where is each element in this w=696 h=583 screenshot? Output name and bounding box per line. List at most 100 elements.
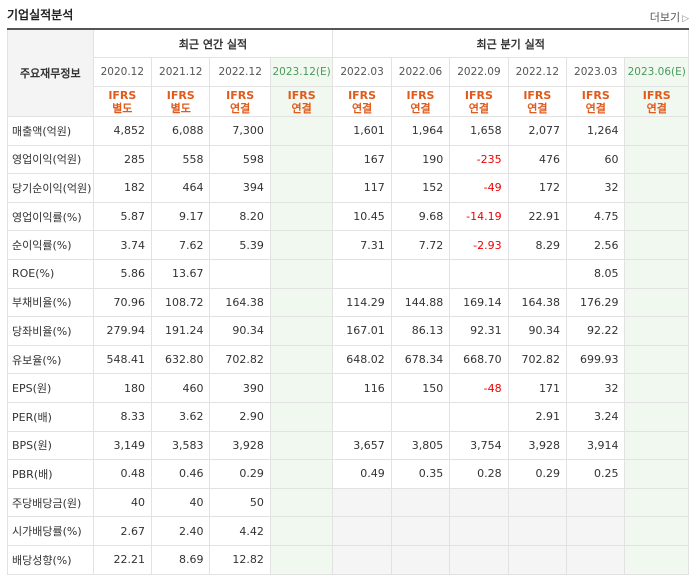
table-cell <box>269 173 334 203</box>
table-cell <box>507 544 568 575</box>
table-row: 당좌비율(%) 279.94 191.24 90.34 167.01 86.13 92.31… <box>7 316 689 346</box>
standard-line1: IFRS <box>581 88 610 102</box>
standard-line2: 연결 <box>351 101 373 115</box>
table-cell: -48 <box>449 373 509 403</box>
standard-6: IFRS 연결 <box>449 86 509 117</box>
row-label: 시가배당률(%) <box>7 516 94 546</box>
period-8: 2023.03 <box>566 57 626 87</box>
table-cell <box>566 516 626 546</box>
table-cell <box>624 430 689 461</box>
table-cell: 182 <box>92 173 153 203</box>
table-row: 매출액(억원) 4,852 6,088 7,300 1,601 1,964 1,658 2,0… <box>7 116 689 146</box>
standard-1: IFRS 별도 <box>151 86 211 117</box>
table-row: 시가배당률(%) 2.67 2.40 4.42 <box>7 516 689 546</box>
table-row: BPS(원) 3,149 3,583 3,928 3,657 3,805 3,754 3,92… <box>7 430 689 461</box>
standard-line1: IFRS <box>166 88 195 102</box>
table-cell: 176.29 <box>566 287 626 318</box>
table-cell: -235 <box>449 144 509 175</box>
group-quarterly: 최근 분기 실적 <box>332 28 689 58</box>
row-label: 부채비율(%) <box>7 287 94 318</box>
table-cell <box>449 544 509 575</box>
standard-line1: IFRS <box>348 88 377 102</box>
table-cell: 0.29 <box>507 459 568 489</box>
table-cell: 548.41 <box>92 344 153 375</box>
table-cell <box>624 258 689 289</box>
table-cell <box>624 316 689 346</box>
table-cell: 9.17 <box>151 201 211 232</box>
standard-header-row: IFRS 별도 IFRS 별도 IFRS 연결 IFRS 연결 IFRS 연결 IFRS 연결 IFRS… <box>8 86 689 117</box>
more-link[interactable]: 더보기 ▷ <box>650 9 689 25</box>
table-cell: 22.91 <box>507 201 568 232</box>
row-label: EPS(원) <box>7 373 94 403</box>
table-cell <box>390 258 451 289</box>
table-cell: 40 <box>92 487 153 518</box>
table-cell: 4.42 <box>209 516 271 546</box>
table-row: ROE(%) 5.86 13.67 8.05 <box>7 258 689 289</box>
standard-5: IFRS 연결 <box>390 86 451 117</box>
table-cell: 169.14 <box>449 287 509 318</box>
table-cell <box>624 344 689 375</box>
table-cell <box>332 516 392 546</box>
table-cell: 2.40 <box>151 516 211 546</box>
table-cell: 598 <box>209 144 271 175</box>
table-cell: 1,964 <box>390 116 451 146</box>
table-cell: 2.90 <box>209 401 271 432</box>
period-9: 2023.06(E) <box>624 57 689 87</box>
table-cell: 0.29 <box>209 459 271 489</box>
table-cell: 8.33 <box>92 401 153 432</box>
row-label: 영업이익(억원) <box>7 144 94 175</box>
table-cell: 1,658 <box>449 116 509 146</box>
table-cell: 7,300 <box>209 116 271 146</box>
standard-9: IFRS 연결 <box>624 86 689 117</box>
table-cell <box>269 487 334 518</box>
table-cell <box>209 258 271 289</box>
row-label: BPS(원) <box>7 430 94 461</box>
row-label: PER(배) <box>7 401 94 432</box>
row-label: 주당배당금(원) <box>7 487 94 518</box>
table-cell <box>332 401 392 432</box>
section-header: 기업실적분석 더보기 ▷ <box>0 0 696 28</box>
table-cell: 699.93 <box>566 344 626 375</box>
table-cell: 3,928 <box>507 430 568 461</box>
standard-line2: 연결 <box>585 101 606 115</box>
period-4: 2022.03 <box>332 57 392 87</box>
row-label: 영업이익률(%) <box>7 201 94 232</box>
standard-line1: IFRS <box>287 88 316 102</box>
table-cell <box>449 258 509 289</box>
table-cell: 70.96 <box>92 287 153 318</box>
table-cell <box>269 430 334 461</box>
table-cell: 0.25 <box>566 459 626 489</box>
table-cell: 464 <box>151 173 211 203</box>
row-label: 유보율(%) <box>7 344 94 375</box>
table-cell: -2.93 <box>449 230 509 260</box>
table-cell: 3,914 <box>566 430 626 461</box>
table-cell <box>566 544 626 575</box>
standard-line2: 연결 <box>468 101 490 115</box>
table-cell: 0.46 <box>151 459 211 489</box>
table-cell: 90.34 <box>507 316 568 346</box>
table-cell: 172 <box>507 173 568 203</box>
table-cell: 1,264 <box>566 116 626 146</box>
table-cell <box>269 201 334 232</box>
table-cell <box>449 487 509 518</box>
standard-4: IFRS 연결 <box>332 86 392 117</box>
standard-0: IFRS 별도 <box>92 86 153 117</box>
row-label: 매출액(억원) <box>7 116 94 146</box>
table-cell: 32 <box>566 173 626 203</box>
table-row: 당기순이익(억원) 182 464 394 117 152 -49 172 32 <box>7 173 689 203</box>
standard-line2: 별도 <box>170 101 191 115</box>
table-cell: 9.68 <box>390 201 451 232</box>
table-cell <box>624 201 689 232</box>
standard-line2: 연결 <box>230 101 251 115</box>
table-cell: 702.82 <box>209 344 271 375</box>
table-cell <box>332 258 392 289</box>
table-cell: 86.13 <box>390 316 451 346</box>
table-cell <box>624 144 689 175</box>
table-cell: 164.38 <box>209 287 271 318</box>
table-cell <box>624 373 689 403</box>
table-cell: 7.72 <box>390 230 451 260</box>
table-cell <box>390 401 451 432</box>
table-cell: 114.29 <box>332 287 392 318</box>
period-3: 2023.12(E) <box>269 57 334 87</box>
table-cell <box>269 230 334 260</box>
